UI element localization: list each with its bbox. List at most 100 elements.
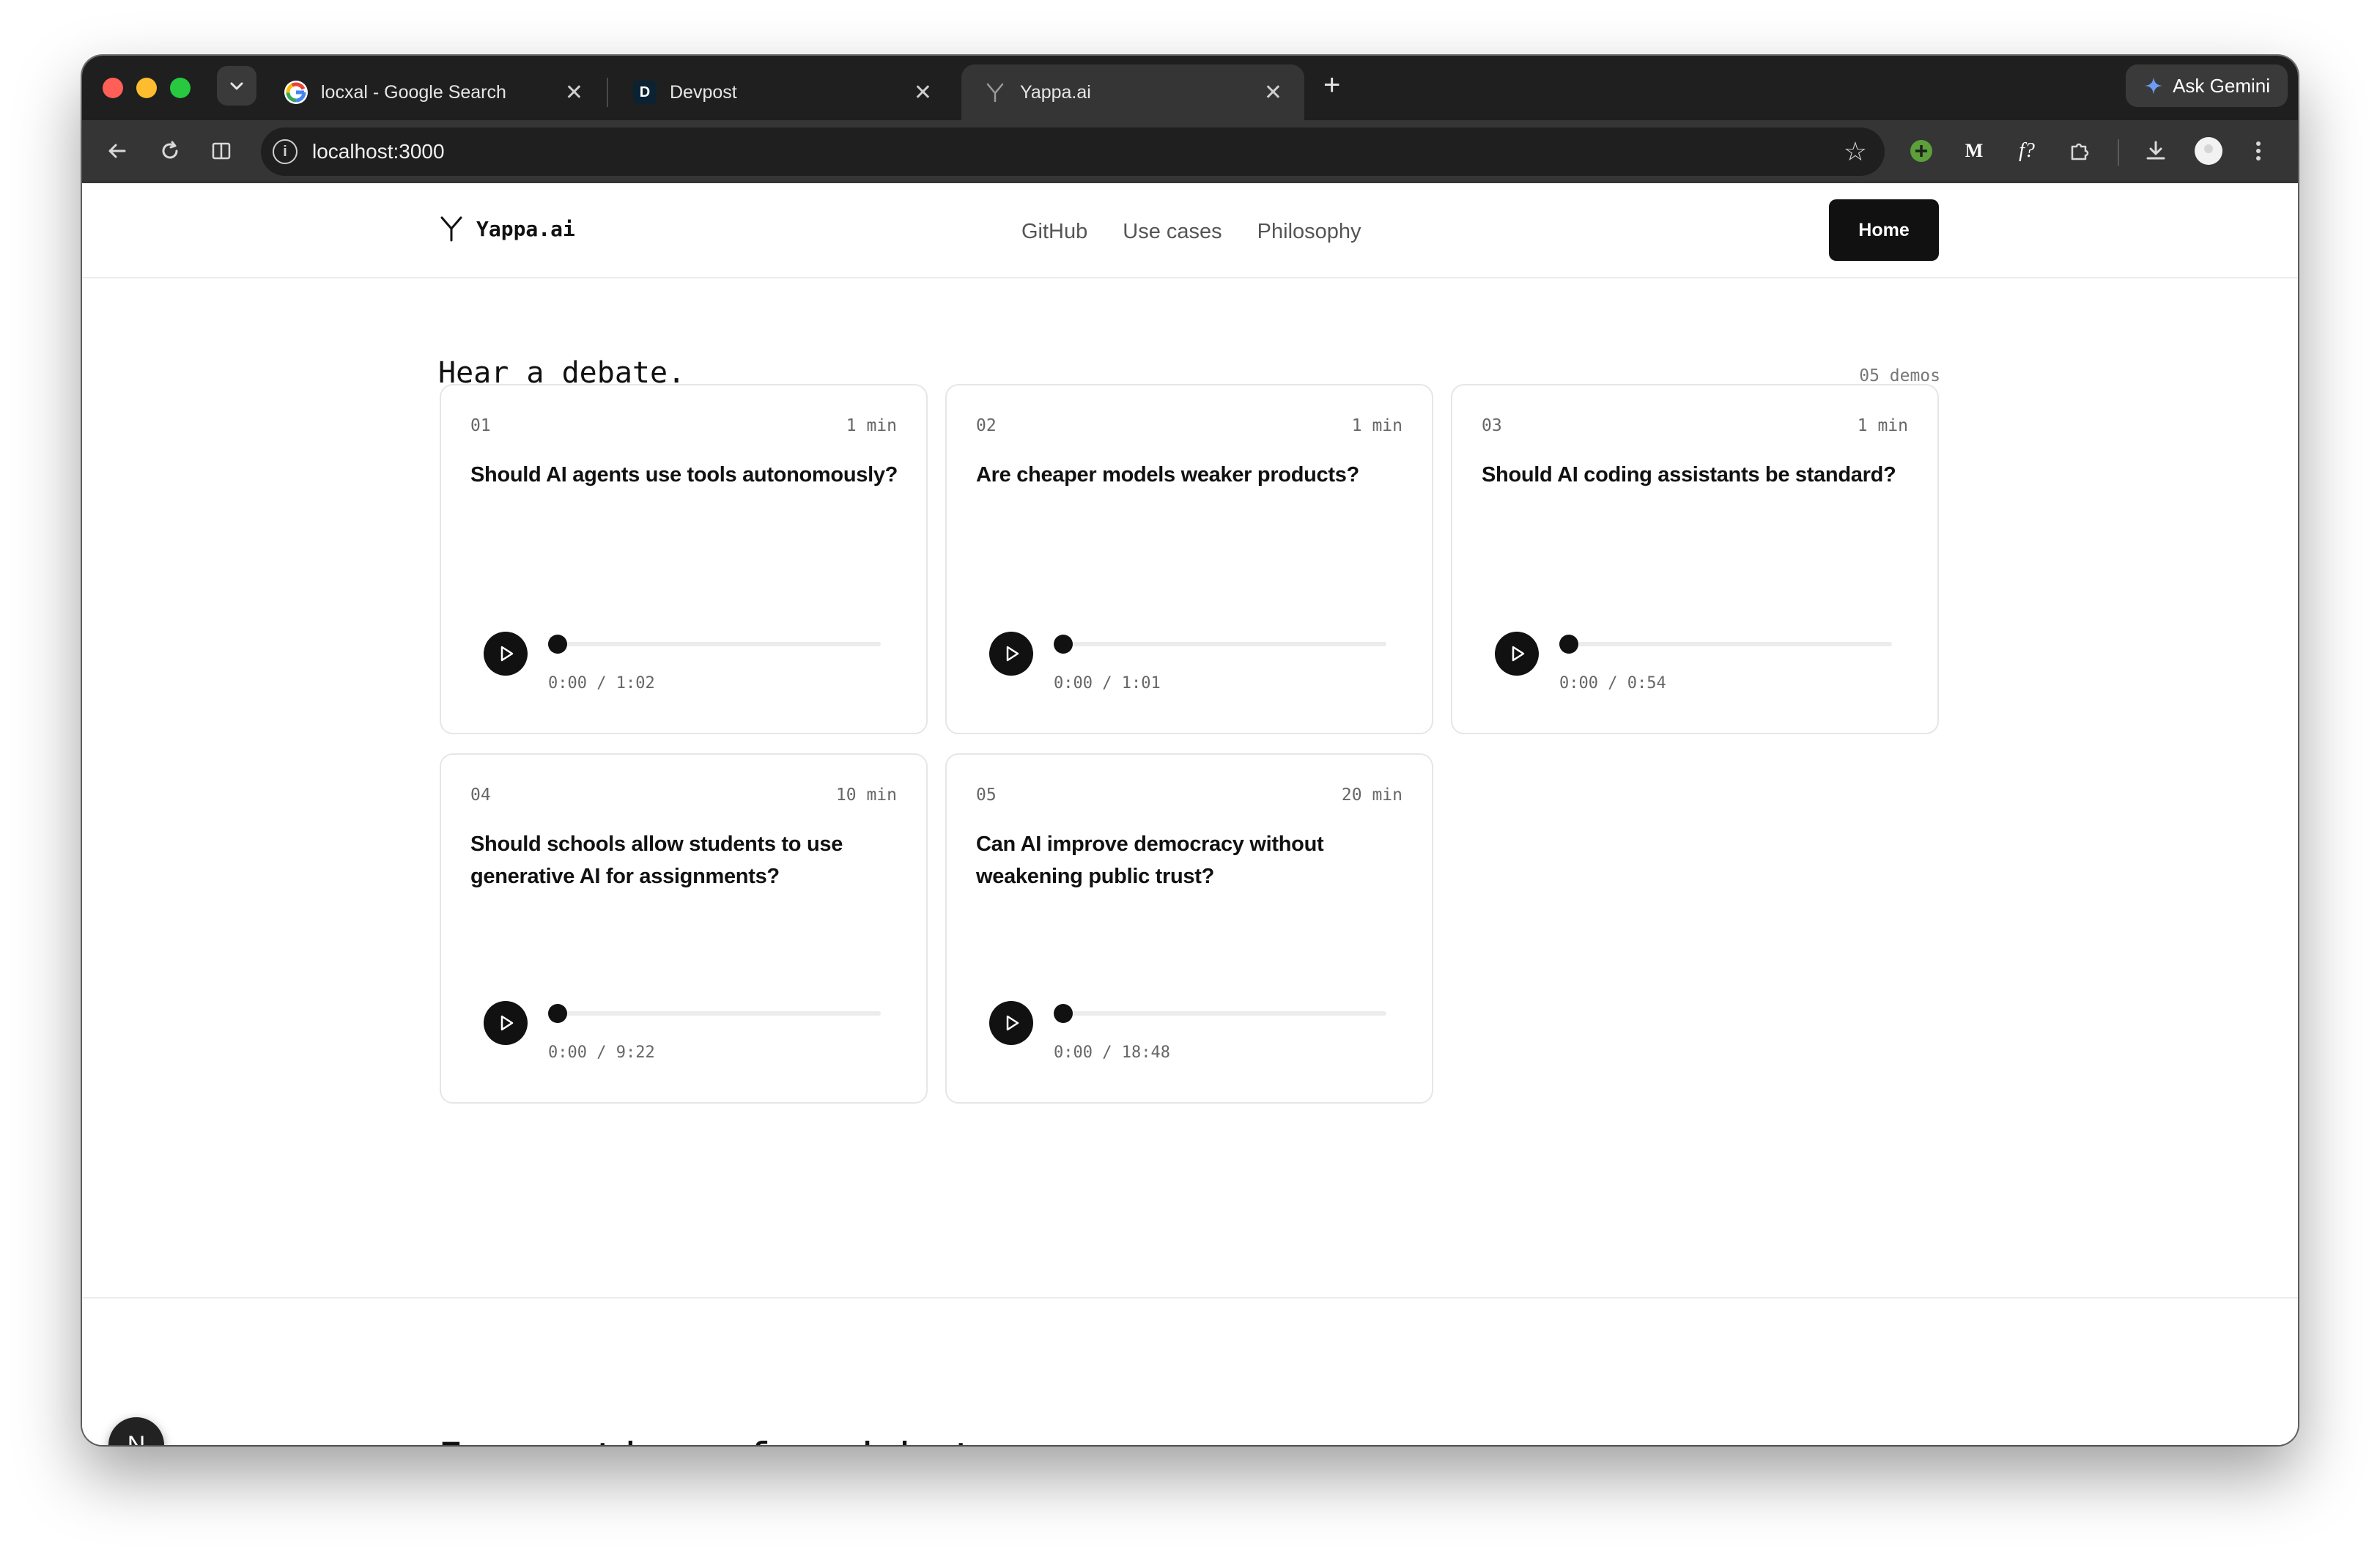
debate-card: 01 1 min Should AI agents use tools auto…: [440, 384, 928, 734]
card-duration: 1 min: [846, 416, 897, 435]
card-duration: 20 min: [1341, 786, 1402, 805]
extension-green-plus-icon[interactable]: [1905, 135, 1937, 167]
play-icon: [500, 1015, 514, 1031]
nextjs-dev-badge[interactable]: N: [108, 1417, 164, 1445]
close-window-button[interactable]: [103, 78, 123, 98]
next-section-heading: Inspection of a debate: [438, 1433, 1001, 1445]
address-bar[interactable]: i localhost:3000 ☆: [261, 128, 1885, 176]
tab-google-search[interactable]: locxal - Google Search ✕: [262, 64, 605, 120]
profile-avatar-icon[interactable]: [2192, 135, 2225, 167]
close-tab-icon[interactable]: ✕: [914, 80, 932, 106]
extension-fx-icon[interactable]: f?: [2011, 135, 2043, 167]
play-icon: [1006, 1015, 1019, 1031]
card-number: 01: [470, 416, 491, 435]
debate-card: 04 10 min Should schools allow students …: [440, 753, 928, 1104]
download-icon[interactable]: [2140, 135, 2172, 167]
card-question: Are cheaper models weaker products?: [976, 463, 1359, 487]
play-button[interactable]: [989, 632, 1033, 676]
tab-devpost[interactable]: D Devpost ✕: [611, 64, 954, 120]
play-icon: [500, 646, 514, 662]
nav-link-philosophy[interactable]: Philosophy: [1257, 220, 1361, 244]
tab-separator: [607, 78, 608, 107]
card-number: 05: [976, 786, 997, 805]
kebab-menu-icon[interactable]: [2242, 135, 2274, 167]
new-tab-button[interactable]: +: [1323, 69, 1340, 102]
playback-time: 0:00 / 1:02: [548, 674, 655, 692]
tab-title: Devpost: [670, 81, 737, 103]
site-info-icon[interactable]: i: [273, 139, 298, 164]
card-number: 02: [976, 416, 997, 435]
browser-window: locxal - Google Search ✕ D Devpost ✕ Yap…: [82, 56, 2298, 1445]
nav-links: GitHub Use cases Philosophy: [1021, 220, 1361, 244]
minimize-window-button[interactable]: [136, 78, 157, 98]
card-duration: 10 min: [835, 786, 897, 805]
nav-link-use-cases[interactable]: Use cases: [1123, 220, 1222, 244]
debate-card: 02 1 min Are cheaper models weaker produ…: [945, 384, 1433, 734]
play-button[interactable]: [484, 632, 528, 676]
progress-knob[interactable]: [1559, 635, 1578, 654]
progress-knob[interactable]: [1054, 635, 1073, 654]
home-button[interactable]: Home: [1829, 199, 1939, 261]
tab-strip: locxal - Google Search ✕ D Devpost ✕ Yap…: [82, 56, 2298, 120]
chevron-down-icon: [230, 82, 243, 90]
playback-time: 0:00 / 9:22: [548, 1044, 655, 1062]
play-button[interactable]: [1495, 632, 1539, 676]
ask-gemini-button[interactable]: Ask Gemini: [2126, 64, 2288, 107]
demo-count: 05 demos: [1859, 366, 1940, 385]
play-icon: [1006, 646, 1019, 662]
progress-track[interactable]: [1559, 642, 1892, 646]
progress-knob[interactable]: [1054, 1004, 1073, 1023]
tab-search-button[interactable]: [217, 66, 256, 106]
web-page: Yappa.ai GitHub Use cases Philosophy Hom…: [82, 183, 2298, 1445]
yappa-logo-icon: [440, 216, 462, 242]
progress-track[interactable]: [1054, 1011, 1386, 1016]
nav-link-github[interactable]: GitHub: [1021, 220, 1087, 244]
url-text[interactable]: localhost:3000: [312, 140, 445, 163]
card-question: Can AI improve democracy without weakeni…: [976, 832, 1324, 888]
devpost-icon: D: [633, 81, 657, 104]
section-divider: [82, 1297, 2298, 1299]
card-duration: 1 min: [1351, 416, 1402, 435]
maximize-window-button[interactable]: [170, 78, 191, 98]
play-icon: [1512, 646, 1525, 662]
progress-knob[interactable]: [548, 635, 567, 654]
playback-time: 0:00 / 1:01: [1054, 674, 1161, 692]
playback-time: 0:00 / 0:54: [1559, 674, 1666, 692]
progress-track[interactable]: [548, 642, 881, 646]
site-logo[interactable]: Yappa.ai: [440, 215, 575, 242]
reload-icon[interactable]: [154, 135, 186, 167]
close-tab-icon[interactable]: ✕: [565, 80, 583, 106]
card-question: Should schools allow students to use gen…: [470, 832, 843, 888]
card-number: 04: [470, 786, 491, 805]
play-button[interactable]: [989, 1001, 1033, 1045]
close-tab-icon[interactable]: ✕: [1264, 80, 1282, 106]
card-number: 03: [1482, 416, 1502, 435]
card-duration: 1 min: [1857, 416, 1908, 435]
play-button[interactable]: [484, 1001, 528, 1045]
progress-track[interactable]: [1054, 642, 1386, 646]
puzzle-extensions-icon[interactable]: [2063, 135, 2096, 167]
next-section-heading-clip: Inspection of a debate: [438, 1403, 1318, 1445]
playback-time: 0:00 / 18:48: [1054, 1044, 1170, 1062]
site-nav: Yappa.ai GitHub Use cases Philosophy Hom…: [82, 183, 2298, 278]
debate-card: 03 1 min Should AI coding assistants be …: [1451, 384, 1939, 734]
ask-gemini-label: Ask Gemini: [2173, 74, 2270, 97]
progress-knob[interactable]: [548, 1004, 567, 1023]
yappa-logo-icon: [983, 81, 1007, 104]
card-question: Should AI agents use tools autonomously?: [470, 463, 898, 487]
back-arrow-icon[interactable]: [101, 135, 133, 167]
toolbar-divider: [2118, 139, 2119, 166]
tab-title: locxal - Google Search: [321, 81, 506, 103]
split-view-icon[interactable]: [205, 135, 237, 167]
progress-track[interactable]: [548, 1011, 881, 1016]
tab-yappa-active[interactable]: Yappa.ai ✕: [961, 64, 1304, 120]
logo-text: Yappa.ai: [476, 216, 575, 241]
browser-toolbar: i localhost:3000 ☆ M f?: [82, 120, 2298, 183]
extension-m-icon[interactable]: M: [1958, 135, 1990, 167]
bookmark-star-icon[interactable]: ☆: [1844, 136, 1867, 167]
debate-card: 05 20 min Can AI improve democracy witho…: [945, 753, 1433, 1104]
gemini-sparkle-icon: [2145, 77, 2163, 95]
google-icon: [284, 81, 308, 104]
card-question: Should AI coding assistants be standard?: [1482, 463, 1896, 487]
tab-title: Yappa.ai: [1020, 81, 1091, 103]
